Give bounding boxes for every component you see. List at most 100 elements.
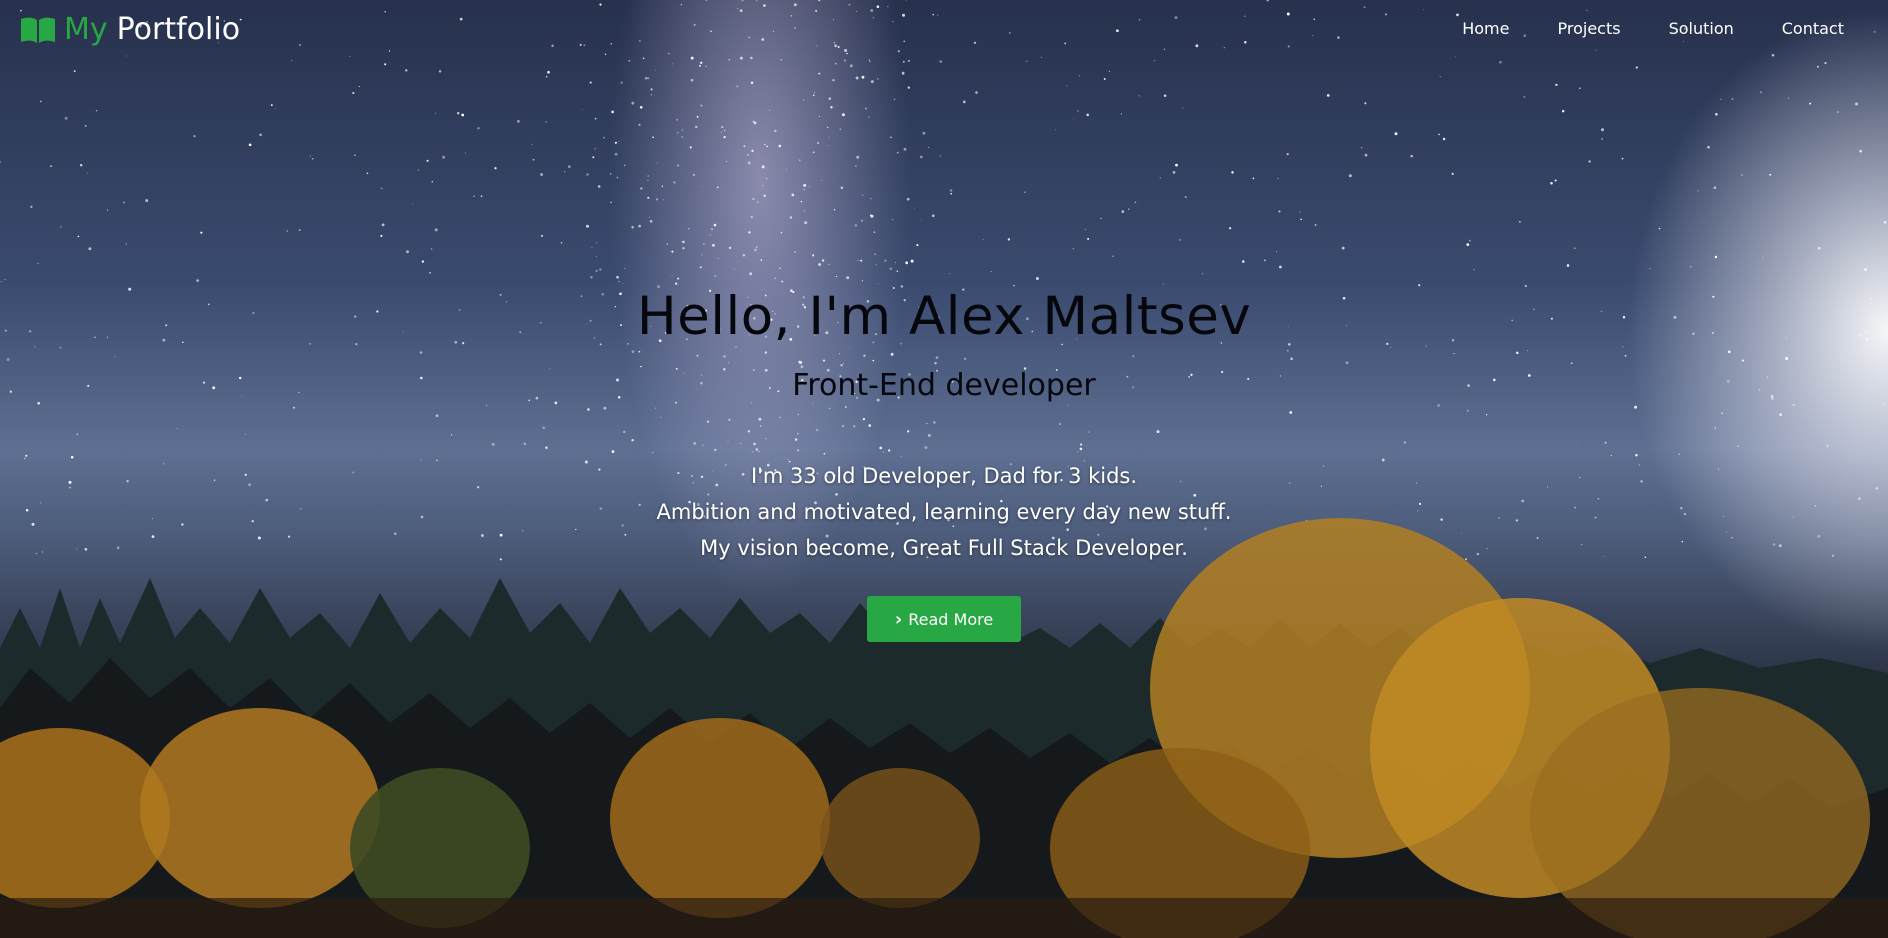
star <box>1466 243 1470 246</box>
brand-portfolio: Portfolio <box>116 12 241 47</box>
star <box>896 270 899 273</box>
star <box>760 259 763 261</box>
nav-projects[interactable]: Projects <box>1557 18 1620 40</box>
star <box>1077 110 1079 112</box>
star <box>861 194 864 196</box>
star <box>647 196 650 199</box>
star <box>1179 239 1181 241</box>
star <box>560 242 563 244</box>
star <box>1601 128 1604 132</box>
star <box>749 272 753 276</box>
star <box>907 59 911 63</box>
star <box>690 78 694 82</box>
star <box>752 120 755 123</box>
star <box>429 271 431 274</box>
star <box>733 268 735 270</box>
star <box>756 246 758 248</box>
star <box>769 109 771 111</box>
star <box>849 64 853 68</box>
star <box>352 91 355 95</box>
star <box>724 129 726 132</box>
star <box>1120 113 1122 115</box>
star <box>616 275 619 279</box>
star <box>1859 149 1862 153</box>
star <box>728 246 732 250</box>
star <box>1263 259 1266 262</box>
star <box>655 69 657 71</box>
star <box>1035 277 1039 280</box>
star <box>145 199 149 203</box>
star <box>417 169 420 171</box>
star <box>638 224 641 228</box>
star <box>1438 133 1440 136</box>
star <box>1439 76 1441 78</box>
star <box>1172 170 1176 174</box>
nav-home[interactable]: Home <box>1462 18 1509 40</box>
star <box>682 240 685 244</box>
star <box>763 194 766 197</box>
star <box>1523 96 1526 98</box>
star <box>1314 224 1317 226</box>
nav-solution[interactable]: Solution <box>1669 18 1734 40</box>
star <box>676 119 678 121</box>
brand-logo[interactable]: My Portfolio <box>20 10 240 50</box>
star <box>818 115 820 117</box>
star <box>799 159 801 161</box>
nav-contact[interactable]: Contact <box>1782 18 1844 40</box>
bio-line: Ambition and motivated, learning every d… <box>656 500 1232 524</box>
star <box>855 76 859 80</box>
star <box>79 163 83 167</box>
star <box>695 125 698 129</box>
star <box>1024 191 1026 193</box>
star <box>1153 60 1155 62</box>
star <box>380 234 383 238</box>
star <box>200 231 203 234</box>
star <box>86 172 89 174</box>
star <box>804 221 808 225</box>
star <box>906 197 910 201</box>
star <box>248 143 252 147</box>
star <box>839 128 841 130</box>
star <box>366 172 369 175</box>
star <box>631 101 635 105</box>
star <box>721 126 724 129</box>
star <box>856 155 860 159</box>
star <box>84 124 87 127</box>
star <box>586 224 589 228</box>
star <box>586 173 589 176</box>
star <box>861 75 865 79</box>
star <box>64 116 68 120</box>
star <box>1300 218 1302 221</box>
star <box>699 266 702 269</box>
star <box>1817 246 1821 250</box>
star <box>896 151 899 154</box>
star <box>298 229 301 232</box>
star <box>780 231 783 234</box>
star <box>480 195 483 198</box>
star <box>597 185 601 188</box>
star <box>663 199 665 201</box>
read-more-button[interactable]: › Read More <box>867 596 1021 642</box>
star <box>461 113 465 117</box>
star <box>1762 256 1764 258</box>
star <box>531 143 533 146</box>
star <box>743 145 746 148</box>
star <box>1578 87 1581 90</box>
star <box>1112 255 1114 258</box>
star <box>821 179 823 182</box>
star <box>652 136 654 139</box>
star <box>818 72 821 75</box>
star <box>649 216 651 218</box>
star <box>274 107 276 109</box>
star <box>803 183 807 187</box>
star <box>1078 75 1081 77</box>
star <box>595 255 597 257</box>
star <box>833 209 836 211</box>
star <box>873 231 876 233</box>
star <box>902 60 905 63</box>
star <box>1128 208 1130 210</box>
star <box>1759 91 1762 94</box>
star <box>922 131 926 135</box>
star <box>1229 227 1232 230</box>
star <box>835 275 838 278</box>
